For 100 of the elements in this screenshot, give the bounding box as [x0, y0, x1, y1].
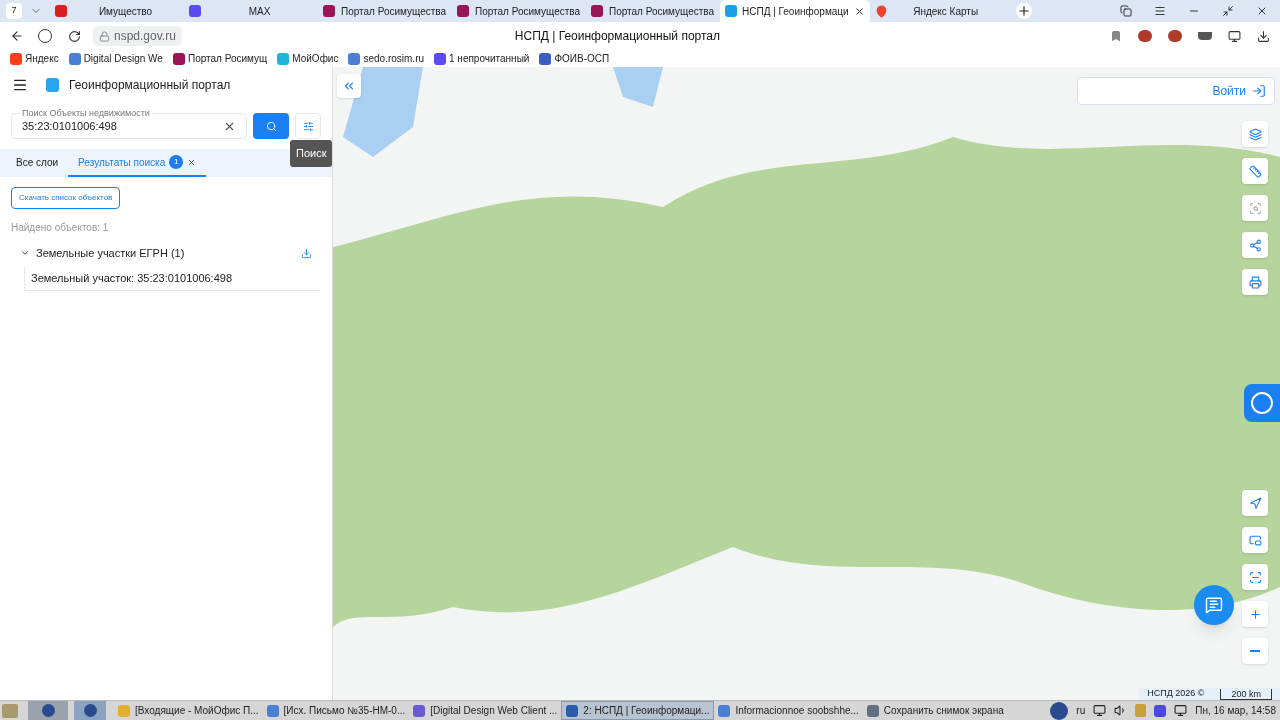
site-icon [725, 5, 737, 17]
share-button[interactable] [1242, 232, 1268, 258]
site-icon [413, 704, 426, 717]
browser-tab[interactable]: Яндекс Карты [869, 0, 1004, 22]
site-icon [266, 704, 279, 717]
taskbar-item[interactable]: Informacionnoe soobshhe... [714, 701, 863, 720]
map-pin-icon [874, 4, 888, 18]
tab-title: Имущество [98, 4, 153, 19]
bookmark-item[interactable]: sedo.rosim.ru [348, 51, 425, 66]
site-icon [55, 5, 67, 17]
zoom-in-button[interactable] [1242, 601, 1268, 627]
portal-logo-icon [46, 78, 59, 92]
zoom-out-button[interactable] [1242, 638, 1268, 664]
browser-tab[interactable]: Портал Росимущества [452, 0, 586, 22]
browser-logo-icon [41, 704, 55, 717]
collapse-panel-button[interactable] [337, 74, 361, 98]
browser-taskbar-icon[interactable] [74, 700, 106, 720]
site-icon [539, 52, 552, 65]
expand-icon[interactable] [20, 248, 30, 258]
clock: Пн, 16 мар, 14:58 [1195, 704, 1276, 718]
extension-icon[interactable] [1138, 30, 1152, 42]
group-title[interactable]: Земельные участки ЕГРН (1) [36, 244, 185, 262]
bookmark-icon[interactable] [1110, 30, 1122, 42]
bookmark-item[interactable]: Портал Росимущ [172, 51, 268, 66]
tab-title: Портал Росимущества [608, 4, 715, 19]
layers-icon [1248, 127, 1262, 141]
result-item[interactable]: Земельный участок: 35:23:0101006:498 [24, 267, 320, 291]
site-icon [118, 704, 130, 717]
menu-icon[interactable] [12, 77, 28, 93]
display-icon[interactable] [1174, 704, 1188, 717]
ruler-icon [1248, 164, 1262, 178]
navigation-arrow-icon [1248, 496, 1262, 510]
tabs-icon[interactable] [1120, 5, 1132, 17]
page-title: НСПД | Геоинформационный портал [514, 28, 720, 45]
layers-button[interactable] [1242, 121, 1268, 147]
taskbar-item[interactable]: 2: НСПД | Геоинформаци... [561, 701, 715, 720]
print-button[interactable] [1242, 269, 1268, 295]
bookmark-item[interactable]: ФОИВ-ОСП [539, 51, 610, 66]
reload-icon[interactable] [68, 29, 81, 43]
language-indicator[interactable]: ru [1076, 703, 1086, 718]
bookmark-item[interactable]: Яндекс [10, 51, 59, 66]
ruler-button[interactable] [1242, 158, 1268, 184]
taskbar-item[interactable]: [Входящие - МойОфис П... [114, 701, 263, 720]
taskbar-item[interactable]: [Исх. Письмо №35-НМ-0... [262, 701, 410, 720]
tab-title: Портал Росимущества [474, 4, 581, 19]
tab-count[interactable]: 7 [6, 3, 22, 19]
close-icon[interactable] [187, 157, 197, 167]
browser-tab[interactable]: Портал Росимущества [586, 0, 720, 22]
taskbar-item[interactable]: [Digital Design Web Client ... [409, 701, 562, 720]
extension-icon[interactable] [1168, 30, 1182, 42]
panel-tab[interactable]: Все слои [6, 149, 69, 177]
tab-title: Яндекс Карты [913, 4, 979, 19]
site-icon [457, 5, 469, 17]
browser-tab[interactable]: Имущество [50, 0, 184, 22]
plus-icon [1248, 607, 1262, 621]
chat-icon [1205, 596, 1223, 614]
site-icon [277, 52, 290, 65]
found-count: Найдено объектов: 1 [11, 221, 110, 235]
geo-search-button[interactable] [1242, 564, 1268, 590]
cadastre-side-button[interactable] [1244, 384, 1280, 422]
login-icon [1252, 84, 1266, 98]
locate-button[interactable] [1242, 490, 1268, 516]
search-button[interactable] [253, 113, 290, 139]
site-icon [189, 5, 201, 17]
new-tab-icon[interactable] [1015, 3, 1032, 19]
browser-tab[interactable]: Портал Росимущества [318, 0, 452, 22]
download-list-button[interactable]: Скачать список объектов [11, 187, 121, 209]
extension-icon[interactable] [1228, 29, 1241, 43]
close-icon[interactable] [853, 5, 865, 17]
minus-icon [1250, 650, 1260, 652]
browser-tab[interactable]: MAX [184, 0, 318, 22]
browser-taskbar-icon[interactable] [28, 700, 68, 720]
map-attribution: НСПД 2026 © [1147, 687, 1205, 700]
printer-icon [1248, 275, 1262, 289]
download-icon[interactable] [1257, 29, 1270, 43]
clipboard-icon[interactable] [1135, 704, 1147, 717]
back-icon[interactable] [10, 29, 24, 43]
bookmark-item[interactable]: МойОфис [277, 51, 339, 66]
browser-tab[interactable]: НСПД | Геоинформаци [720, 0, 870, 22]
login-button[interactable]: Войти [1077, 77, 1275, 105]
share-icon [1248, 238, 1262, 252]
site-icon [566, 704, 579, 717]
panel-tab[interactable]: Результаты поиска 1 [68, 149, 207, 177]
restore-icon[interactable] [1222, 5, 1234, 17]
minimap-button[interactable] [1242, 527, 1268, 553]
bookmark-item[interactable]: 1 непрочитанный [434, 51, 530, 66]
browser-logo-icon [83, 704, 97, 717]
taskbar-item[interactable]: Сохранить снимок экрана [862, 701, 1008, 720]
site-icon [68, 52, 81, 65]
picture-in-picture-icon [1248, 533, 1262, 547]
close-icon[interactable] [1256, 5, 1268, 17]
address-field[interactable]: nspd.gov.ru [93, 26, 182, 46]
menu-icon[interactable] [1154, 5, 1166, 17]
browser-tray-icon[interactable] [1050, 701, 1069, 720]
site-icon [348, 52, 361, 65]
app-tray-icon[interactable] [1154, 704, 1167, 717]
count-badge: 1 [169, 155, 184, 169]
site-icon [10, 52, 22, 65]
bookmark-item[interactable]: Digital Design We [68, 51, 163, 66]
filter-button[interactable] [295, 113, 321, 139]
